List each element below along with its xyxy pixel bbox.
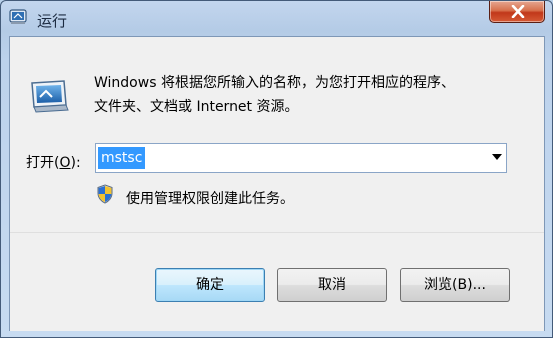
cancel-button[interactable]: 取消 — [277, 268, 387, 302]
window-title: 运行 — [37, 12, 68, 30]
dialog-client-area: Windows 将根据您所输入的名称，为您打开相应的程序、 文件夹、文档或 In… — [9, 36, 545, 331]
button-area: 确定 取消 浏览(B)... — [10, 232, 544, 331]
uac-shield-icon — [97, 184, 113, 204]
description-line-1: Windows 将根据您所输入的名称，为您打开相应的程序、 — [94, 75, 455, 91]
open-combobox[interactable]: mstsc — [95, 143, 507, 173]
close-button[interactable] — [489, 1, 545, 23]
run-dialog-icon — [31, 80, 69, 113]
dialog-description: Windows 将根据您所输入的名称，为您打开相应的程序、 文件夹、文档或 In… — [94, 71, 524, 119]
open-label-suffix: ): — [70, 155, 81, 171]
title-bar[interactable]: 运行 — [1, 1, 552, 35]
open-input[interactable]: mstsc — [98, 147, 146, 169]
open-label-accelerator: O — [59, 155, 71, 171]
run-dialog-window: 运行 Windows 将根据您所输入的名称，为您打开相应的程序、 文件夹、文档或… — [0, 0, 553, 338]
close-icon — [511, 5, 525, 18]
description-line-2: 文件夹、文档或 Internet 资源。 — [94, 99, 299, 115]
open-label-prefix: 打开( — [26, 155, 60, 171]
ok-button[interactable]: 确定 — [155, 268, 265, 302]
run-icon — [9, 9, 27, 24]
open-label: 打开(O): — [26, 152, 81, 172]
browse-button[interactable]: 浏览(B)... — [400, 268, 510, 302]
admin-privilege-note: 使用管理权限创建此任务。 — [126, 191, 294, 207]
dropdown-arrow-icon[interactable] — [492, 154, 502, 160]
